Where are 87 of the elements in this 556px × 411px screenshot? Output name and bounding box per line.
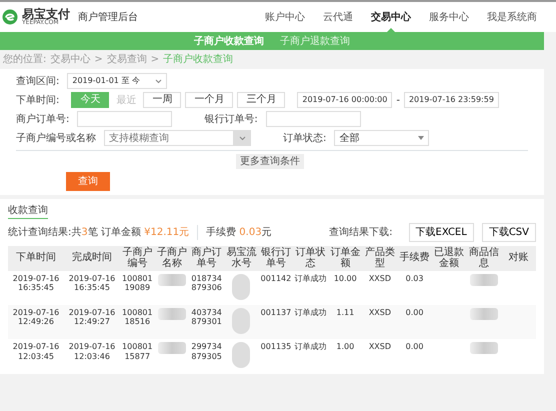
table-cell: 订单成功	[294, 274, 327, 283]
app-title: 商户管理后台	[78, 10, 138, 24]
redacted-blur	[470, 342, 498, 354]
breadcrumb-label: 您的位置:	[3, 52, 46, 67]
table-cell: 2019-07-16 16:35:45	[68, 274, 116, 292]
table-cell: XXSD	[368, 308, 392, 318]
more-filters-button[interactable]: 更多查询条件	[236, 154, 304, 169]
chevron-down-icon	[155, 78, 162, 84]
table-cell: 2019-07-16 12:49:26	[12, 308, 60, 326]
field-label: 子商户编号或名称	[16, 132, 96, 146]
logo-text: 易宝支付	[22, 8, 70, 20]
nav-tab[interactable]: 我是系统商	[478, 2, 546, 32]
table-cell: 0.00	[406, 342, 424, 352]
field-label: 银行订单号:	[204, 112, 258, 126]
field-label: 查询区间:	[16, 74, 60, 88]
table-cell: 10.00	[334, 274, 357, 283]
table-cell: 403734879301	[191, 308, 222, 326]
range-select[interactable]: 2019-01-01 至 今	[67, 73, 168, 89]
column-header: 子商户编号	[120, 246, 155, 271]
redacted-blur	[470, 308, 498, 320]
field-label: 订单状态:	[283, 132, 326, 146]
date-from-field[interactable]: 2019-07-16 00:00:00	[297, 92, 392, 108]
table-cell: 2019-07-16 12:03:45	[12, 342, 60, 361]
column-header: 商品信息	[466, 246, 502, 271]
table-cell: 10080119089	[122, 274, 153, 292]
status-select[interactable]: 全部	[334, 130, 430, 146]
nav-tab[interactable]: 服务中心	[420, 2, 478, 32]
field-label: 下单时间:	[16, 94, 60, 108]
table-cell: 1.00	[336, 342, 354, 352]
column-header: 产品类型	[362, 246, 398, 271]
column-header: 易宝流水号	[224, 246, 259, 271]
download-button[interactable]: 下载CSV	[482, 223, 536, 242]
table-cell: XXSD	[368, 274, 392, 283]
column-header: 订单状态	[293, 246, 328, 271]
table-cell: 018734879306	[191, 274, 222, 292]
redacted-blur	[232, 274, 250, 300]
nav-tab[interactable]: 云代通	[314, 2, 362, 32]
nav-tab[interactable]: 交易中心	[362, 2, 420, 32]
column-header: 商户订单号	[189, 246, 224, 271]
table-cell: XXSD	[368, 342, 392, 352]
merchant-order-field[interactable]	[77, 111, 172, 127]
quick-range-label: 最近	[115, 94, 138, 108]
caret-down-icon	[418, 136, 424, 140]
column-header: 手续费	[397, 246, 432, 271]
download-button[interactable]: 下载EXCEL	[408, 223, 474, 242]
table-cell: 10080118516	[122, 308, 153, 326]
date-to-field[interactable]: 2019-07-16 23:59:59	[404, 92, 499, 108]
results-tab[interactable]: 收款查询	[8, 203, 48, 219]
quick-range-button[interactable]: 一周	[143, 92, 182, 108]
table-cell: 2019-07-16 12:03:46	[68, 342, 116, 361]
nav-tab[interactable]: 账户中心	[256, 2, 314, 32]
table-cell: 001142	[260, 274, 292, 283]
table-cell: 299734879305	[191, 342, 222, 361]
stats-text: 统计查询结果:共3笔 订单金额 ¥12.11元	[8, 226, 190, 240]
field-label: 商户订单号:	[16, 112, 70, 126]
table-cell: 001135	[260, 342, 292, 352]
column-header: 子商户名称	[154, 246, 190, 271]
date-separator: -	[396, 94, 400, 108]
bank-order-field[interactable]	[266, 111, 361, 127]
redacted-blur	[158, 342, 186, 354]
breadcrumb-separator: >	[94, 53, 103, 67]
redacted-blur	[232, 342, 250, 368]
column-header: 已退款金额	[432, 246, 467, 271]
column-header: 订单金额	[328, 246, 363, 271]
table-cell: 2019-07-16 12:49:27	[68, 308, 116, 326]
column-header: 完成时间	[64, 246, 120, 271]
column-header: 下单时间	[8, 246, 64, 271]
column-header: 银行订单号	[258, 246, 294, 271]
fee-text: 手续费 0.03元	[197, 225, 272, 240]
table-cell: 10080115877	[122, 342, 153, 361]
table-cell: 订单成功	[294, 308, 327, 318]
table-cell: 订单成功	[294, 342, 327, 352]
column-header: 对账	[501, 246, 536, 271]
table-cell: 0.03	[406, 274, 424, 283]
table-cell: 001137	[260, 308, 292, 318]
breadcrumb-separator: >	[150, 53, 160, 67]
redacted-blur	[470, 274, 498, 286]
table-cell: 2019-07-16 16:35:45	[12, 274, 60, 292]
table-cell: 0.00	[406, 308, 424, 318]
redacted-blur	[158, 308, 186, 320]
download-label: 查询结果下载:	[329, 226, 392, 240]
chevron-down-icon	[239, 136, 246, 140]
quick-range-button[interactable]: 一个月	[185, 92, 234, 108]
redacted-blur	[158, 274, 186, 286]
quick-range-button[interactable]: 三个月	[237, 92, 286, 108]
table-cell: 1.11	[336, 308, 354, 318]
redacted-blur	[232, 308, 250, 334]
